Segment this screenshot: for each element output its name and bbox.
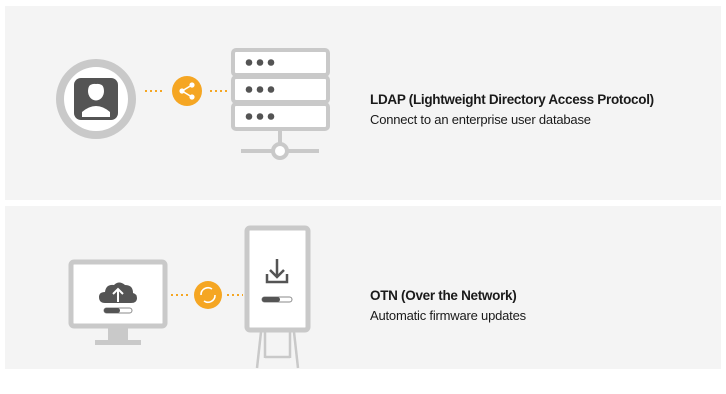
otn-description: Automatic firmware updates	[370, 308, 526, 323]
flip-stand-download-icon	[244, 225, 311, 369]
otn-feature-panel: OTN (Over the Network) Automatic firmwar…	[5, 206, 721, 369]
user-avatar-icon	[56, 59, 136, 139]
otn-illustration	[68, 225, 311, 369]
monitor-cloud-upload-icon	[68, 259, 168, 345]
ldap-feature-panel: LDAP (Lightweight Directory Access Proto…	[5, 6, 721, 200]
ldap-text: LDAP (Lightweight Directory Access Proto…	[370, 91, 654, 129]
otn-title: OTN (Over the Network)	[370, 288, 517, 303]
sync-icon	[194, 281, 222, 309]
ldap-description: Connect to an enterprise user database	[370, 112, 591, 127]
otn-text: OTN (Over the Network) Automatic firmwar…	[370, 287, 526, 325]
share-icon	[172, 76, 202, 106]
ldap-title: LDAP (Lightweight Directory Access Proto…	[370, 92, 654, 107]
ldap-illustration	[56, 48, 330, 160]
server-icon	[231, 48, 330, 160]
